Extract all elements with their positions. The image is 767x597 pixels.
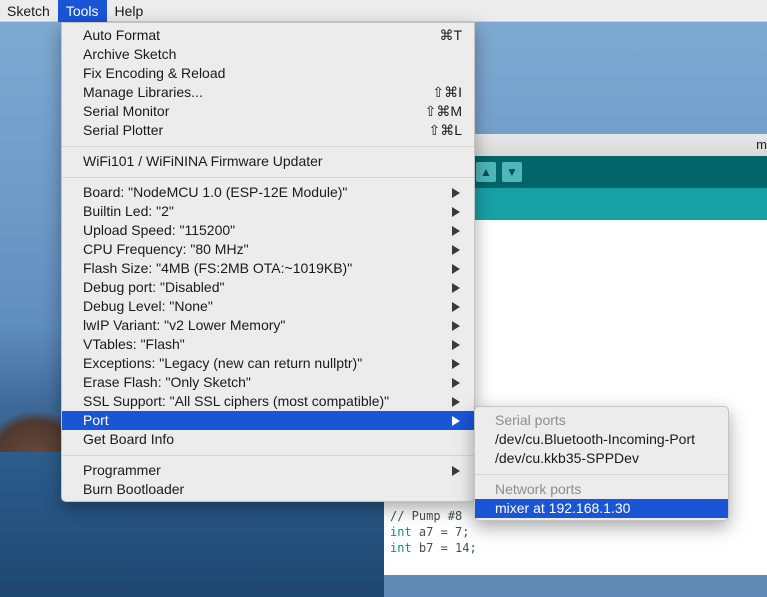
network-port-item[interactable]: mixer at 192.168.1.30 bbox=[475, 499, 728, 518]
submenu-arrow-icon bbox=[452, 340, 460, 350]
menu-item-cpu-frequency[interactable]: CPU Frequency: "80 MHz" bbox=[62, 240, 474, 259]
submenu-arrow-icon bbox=[452, 264, 460, 274]
submenu-arrow-icon bbox=[452, 359, 460, 369]
submenu-arrow-icon bbox=[452, 283, 460, 293]
shortcut: ⇧⌘I bbox=[432, 84, 462, 100]
menu-item-archive-sketch[interactable]: Archive Sketch bbox=[62, 45, 474, 64]
menu-item-programmer[interactable]: Programmer bbox=[62, 461, 474, 480]
serial-port-item[interactable]: /dev/cu.Bluetooth-Incoming-Port bbox=[475, 430, 728, 449]
menu-item-port[interactable]: Port bbox=[62, 411, 474, 430]
menu-item-burn-bootloader[interactable]: Burn Bootloader bbox=[62, 480, 474, 499]
port-submenu: Serial ports /dev/cu.Bluetooth-Incoming-… bbox=[474, 406, 729, 521]
submenu-arrow-icon bbox=[452, 397, 460, 407]
menu-item-ssl-support[interactable]: SSL Support: "All SSL ciphers (most comp… bbox=[62, 392, 474, 411]
submenu-arrow-icon bbox=[452, 226, 460, 236]
menu-separator bbox=[62, 146, 474, 147]
download-icon[interactable]: ▼ bbox=[502, 162, 522, 182]
menu-item-get-board-info[interactable]: Get Board Info bbox=[62, 430, 474, 449]
serial-port-item[interactable]: /dev/cu.kkb35-SPPDev bbox=[475, 449, 728, 468]
code-line: int a7 = 7; bbox=[390, 525, 470, 539]
menu-item-firmware-updater[interactable]: WiFi101 / WiFiNINA Firmware Updater bbox=[62, 152, 474, 171]
menu-item-auto-format[interactable]: Auto Format ⌘T bbox=[62, 26, 474, 45]
tools-menu: Auto Format ⌘T Archive Sketch Fix Encodin… bbox=[61, 22, 475, 502]
submenu-arrow-icon bbox=[452, 207, 460, 217]
code-line: int b7 = 14; bbox=[390, 541, 477, 555]
shortcut: ⇧⌘M bbox=[424, 103, 462, 119]
menu-sketch[interactable]: Sketch bbox=[0, 0, 58, 22]
menu-item-upload-speed[interactable]: Upload Speed: "115200" bbox=[62, 221, 474, 240]
menu-item-flash-size[interactable]: Flash Size: "4MB (FS:2MB OTA:~1019KB)" bbox=[62, 259, 474, 278]
menu-item-board[interactable]: Board: "NodeMCU 1.0 (ESP-12E Module)" bbox=[62, 183, 474, 202]
menu-item-builtin-led[interactable]: Builtin Led: "2" bbox=[62, 202, 474, 221]
network-ports-header: Network ports bbox=[495, 481, 582, 497]
menu-item-serial-monitor[interactable]: Serial Monitor ⇧⌘M bbox=[62, 102, 474, 121]
shortcut: ⇧⌘L bbox=[428, 122, 462, 138]
menu-bar: Sketch Tools Help bbox=[0, 0, 767, 22]
menu-help[interactable]: Help bbox=[107, 0, 152, 22]
menu-item-debug-port[interactable]: Debug port: "Disabled" bbox=[62, 278, 474, 297]
menu-item-manage-libraries[interactable]: Manage Libraries... ⇧⌘I bbox=[62, 83, 474, 102]
menu-separator bbox=[62, 177, 474, 178]
submenu-arrow-icon bbox=[452, 466, 460, 476]
menu-item-vtables[interactable]: VTables: "Flash" bbox=[62, 335, 474, 354]
ide-title-text: m bbox=[756, 137, 767, 152]
submenu-arrow-icon bbox=[452, 321, 460, 331]
menu-item-debug-level[interactable]: Debug Level: "None" bbox=[62, 297, 474, 316]
menu-item-lwip-variant[interactable]: lwIP Variant: "v2 Lower Memory" bbox=[62, 316, 474, 335]
submenu-arrow-icon bbox=[452, 245, 460, 255]
submenu-arrow-icon bbox=[452, 188, 460, 198]
menu-item-erase-flash[interactable]: Erase Flash: "Only Sketch" bbox=[62, 373, 474, 392]
menu-separator bbox=[62, 455, 474, 456]
submenu-arrow-icon bbox=[452, 378, 460, 388]
upload-icon[interactable]: ▲ bbox=[476, 162, 496, 182]
submenu-arrow-icon bbox=[452, 302, 460, 312]
serial-ports-header: Serial ports bbox=[495, 412, 566, 428]
menu-tools[interactable]: Tools bbox=[57, 0, 107, 22]
shortcut: ⌘T bbox=[439, 27, 462, 43]
menu-item-exceptions[interactable]: Exceptions: "Legacy (new can return null… bbox=[62, 354, 474, 373]
submenu-arrow-icon bbox=[452, 416, 460, 426]
menu-item-fix-encoding[interactable]: Fix Encoding & Reload bbox=[62, 64, 474, 83]
submenu-separator bbox=[475, 474, 728, 475]
menu-item-serial-plotter[interactable]: Serial Plotter ⇧⌘L bbox=[62, 121, 474, 140]
